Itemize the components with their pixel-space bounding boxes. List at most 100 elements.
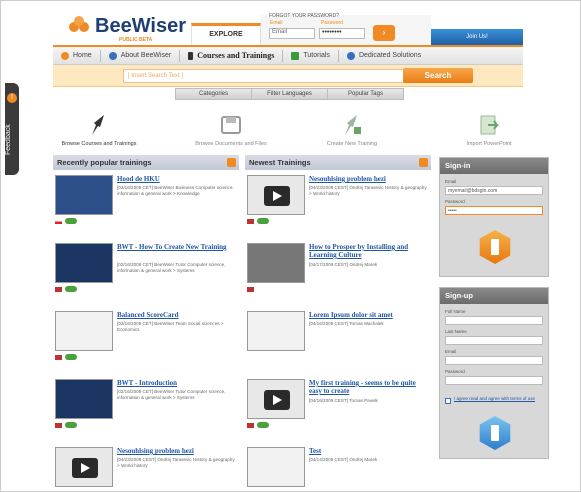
tab-explore[interactable]: EXPLORE bbox=[191, 23, 261, 45]
training-title-link[interactable]: Lorem Ipsum dolor sit amet bbox=[309, 311, 427, 319]
training-meta: [02/16/2009 CET] BeeWiser Business Compu… bbox=[117, 185, 234, 196]
czech-flag-icon bbox=[55, 219, 62, 224]
nav-home-label: Home bbox=[73, 52, 92, 59]
nav-dedicated-label: Dedicated Solutions bbox=[358, 52, 422, 59]
uk-flag-icon bbox=[247, 219, 254, 224]
tab-popular-tags[interactable]: Popular Tags bbox=[327, 88, 404, 100]
list-item[interactable]: Lorem Ipsum dolor sit amet [04/16/2009 C… bbox=[245, 311, 427, 373]
nav-dedicated[interactable]: Dedicated Solutions bbox=[339, 51, 429, 60]
training-thumbnail[interactable] bbox=[247, 379, 305, 419]
list-item[interactable]: Test [04/14/2009 CEST] Ondrej Marek bbox=[245, 447, 427, 487]
training-title-link[interactable]: Hood de HKU bbox=[117, 175, 235, 183]
create-quill-icon bbox=[341, 113, 363, 137]
training-thumbnail[interactable] bbox=[55, 379, 113, 419]
logo-text: BeeWiser bbox=[95, 15, 186, 37]
training-meta: [02/16/2009 CET] BeeWiser Tutor Computer… bbox=[117, 389, 226, 400]
training-thumbnail[interactable] bbox=[55, 447, 113, 487]
training-thumbnail[interactable] bbox=[247, 175, 305, 215]
tab-categories[interactable]: Categories bbox=[175, 88, 252, 100]
training-thumbnail[interactable] bbox=[55, 311, 113, 351]
list-item[interactable]: My first training - seems to be quite ea… bbox=[245, 379, 427, 441]
uk-flag-icon bbox=[55, 287, 62, 292]
nav-tutorials[interactable]: Tutorials bbox=[283, 51, 338, 60]
main-nav: Home About BeeWiser Courses and Training… bbox=[53, 45, 523, 65]
nav-about-label: About BeeWiser bbox=[120, 52, 172, 59]
signup-fullname-input[interactable] bbox=[445, 316, 543, 325]
newest-trainings-title: Newest Trainings bbox=[249, 158, 311, 167]
signin-submit-button[interactable] bbox=[479, 230, 511, 264]
header-login-button[interactable]: › bbox=[373, 25, 395, 41]
training-thumbnail[interactable] bbox=[55, 175, 113, 215]
training-thumbnail[interactable] bbox=[247, 311, 305, 351]
list-item[interactable]: Nesouhlsing problem hezi [04/23/2009 CES… bbox=[245, 175, 427, 237]
training-thumbnail[interactable] bbox=[247, 243, 305, 283]
nav-home[interactable]: Home bbox=[53, 51, 100, 60]
signup-email-input[interactable] bbox=[445, 356, 543, 365]
training-thumbnail[interactable] bbox=[55, 243, 113, 283]
training-meta: [04/23/2009 CEST] Ondrej Tarasevic Histo… bbox=[309, 185, 427, 196]
training-title-link[interactable]: BWT - How To Create New Training bbox=[117, 243, 235, 251]
training-title-link[interactable]: Nesouhlsing problem hezi bbox=[117, 447, 235, 455]
feedback-tab[interactable]: ! Feedback bbox=[5, 83, 19, 175]
action-browse-courses[interactable]: Browse Courses and Trainings bbox=[59, 113, 139, 147]
signup-lastname-input[interactable] bbox=[445, 336, 543, 345]
tab-filter-languages[interactable]: Filter Languages bbox=[251, 88, 328, 100]
signup-password-input[interactable] bbox=[445, 376, 543, 385]
pen-icon bbox=[188, 51, 194, 60]
search-bar: [ Insert Search Text ] Search bbox=[53, 65, 523, 87]
signin-password-input[interactable]: ••••• bbox=[445, 206, 543, 215]
list-item[interactable]: Nesouhlsing problem hezi [04/23/2009 CES… bbox=[53, 447, 235, 487]
terms-link[interactable]: I agree read and agree with terms of use bbox=[454, 396, 544, 401]
training-title-link[interactable]: Nesouhlsing problem hezi bbox=[309, 175, 427, 183]
login-arrow-icon bbox=[491, 239, 499, 255]
rating-badge bbox=[65, 422, 77, 428]
signin-panel: Sign-in Email myemail@bdsgin.com Passwor… bbox=[439, 157, 549, 277]
nav-courses[interactable]: Courses and Trainings bbox=[180, 51, 282, 60]
nav-courses-label: Courses and Trainings bbox=[197, 51, 275, 60]
rss-icon[interactable] bbox=[419, 158, 428, 167]
header-email-input[interactable]: Email bbox=[269, 28, 315, 39]
beewiser-logo[interactable]: BeeWiser bbox=[69, 15, 186, 38]
rss-icon[interactable] bbox=[227, 158, 236, 167]
signup-password-label: Password bbox=[445, 369, 465, 374]
training-title-link[interactable]: BWT - Introduction bbox=[117, 379, 235, 387]
terms-checkbox[interactable] bbox=[445, 398, 451, 404]
nav-about[interactable]: About BeeWiser bbox=[101, 51, 180, 60]
rating-badge bbox=[65, 354, 77, 360]
action-browse-courses-label: Browse Courses and Trainings bbox=[61, 141, 137, 147]
training-meta: [04/23/2009 CEST] Ondrej Tarasevic Histo… bbox=[117, 457, 235, 468]
list-item[interactable]: How to Prosper by Installing and Learnin… bbox=[245, 243, 427, 305]
action-import-powerpoint[interactable]: Import PowerPoint bbox=[459, 113, 519, 147]
join-us-button[interactable]: Join Us! bbox=[431, 29, 523, 45]
training-title-link[interactable]: Balanced ScoreCard bbox=[117, 311, 235, 319]
uk-flag-icon bbox=[247, 287, 254, 292]
signup-lastname-label: Last Name bbox=[445, 329, 467, 334]
training-title-link[interactable]: How to Prosper by Installing and Learnin… bbox=[309, 243, 427, 259]
signup-panel: Sign-up Full Name Last Name Email Passwo… bbox=[439, 287, 549, 459]
list-item[interactable]: Balanced ScoreCard [02/16/2009 CET] BeeW… bbox=[53, 311, 235, 373]
home-icon bbox=[61, 51, 69, 60]
rating-badge bbox=[65, 218, 77, 224]
tutorial-icon bbox=[291, 51, 300, 60]
header-email-label: Email bbox=[270, 20, 283, 26]
nav-tutorials-label: Tutorials bbox=[303, 52, 330, 59]
list-item[interactable]: Hood de HKU [02/16/2009 CET] BeeWiser Bu… bbox=[53, 175, 235, 237]
browser-page: ! Feedback BeeWiser PUBLIC BETA EXPLORE … bbox=[0, 0, 581, 492]
signin-email-input[interactable]: myemail@bdsgin.com bbox=[445, 186, 543, 195]
folder-icon bbox=[220, 113, 242, 137]
training-meta: [04/16/2009 CEST] Tomas Pavelk bbox=[309, 398, 378, 403]
action-create-training[interactable]: Create New Training bbox=[317, 113, 387, 147]
signin-heading: Sign-in bbox=[440, 158, 548, 174]
signup-submit-button[interactable] bbox=[479, 416, 511, 450]
search-input[interactable]: [ Insert Search Text ] bbox=[123, 69, 443, 83]
list-item[interactable]: BWT - How To Create New Training [02/16/… bbox=[53, 243, 235, 305]
training-thumbnail[interactable] bbox=[247, 447, 305, 487]
search-button[interactable]: Search bbox=[403, 68, 473, 83]
header-password-input[interactable]: •••••••• bbox=[319, 28, 365, 39]
list-item[interactable]: BWT - Introduction [02/16/2009 CET] BeeW… bbox=[53, 379, 235, 441]
header-password-label: Password bbox=[321, 20, 343, 26]
forgot-password-link[interactable]: FORGOT YOUR PASSWORD? bbox=[269, 13, 339, 19]
training-title-link[interactable]: My first training - seems to be quite ea… bbox=[309, 379, 427, 395]
training-title-link[interactable]: Test bbox=[309, 447, 427, 455]
action-browse-documents[interactable]: Browse Documents and Files bbox=[187, 113, 275, 147]
